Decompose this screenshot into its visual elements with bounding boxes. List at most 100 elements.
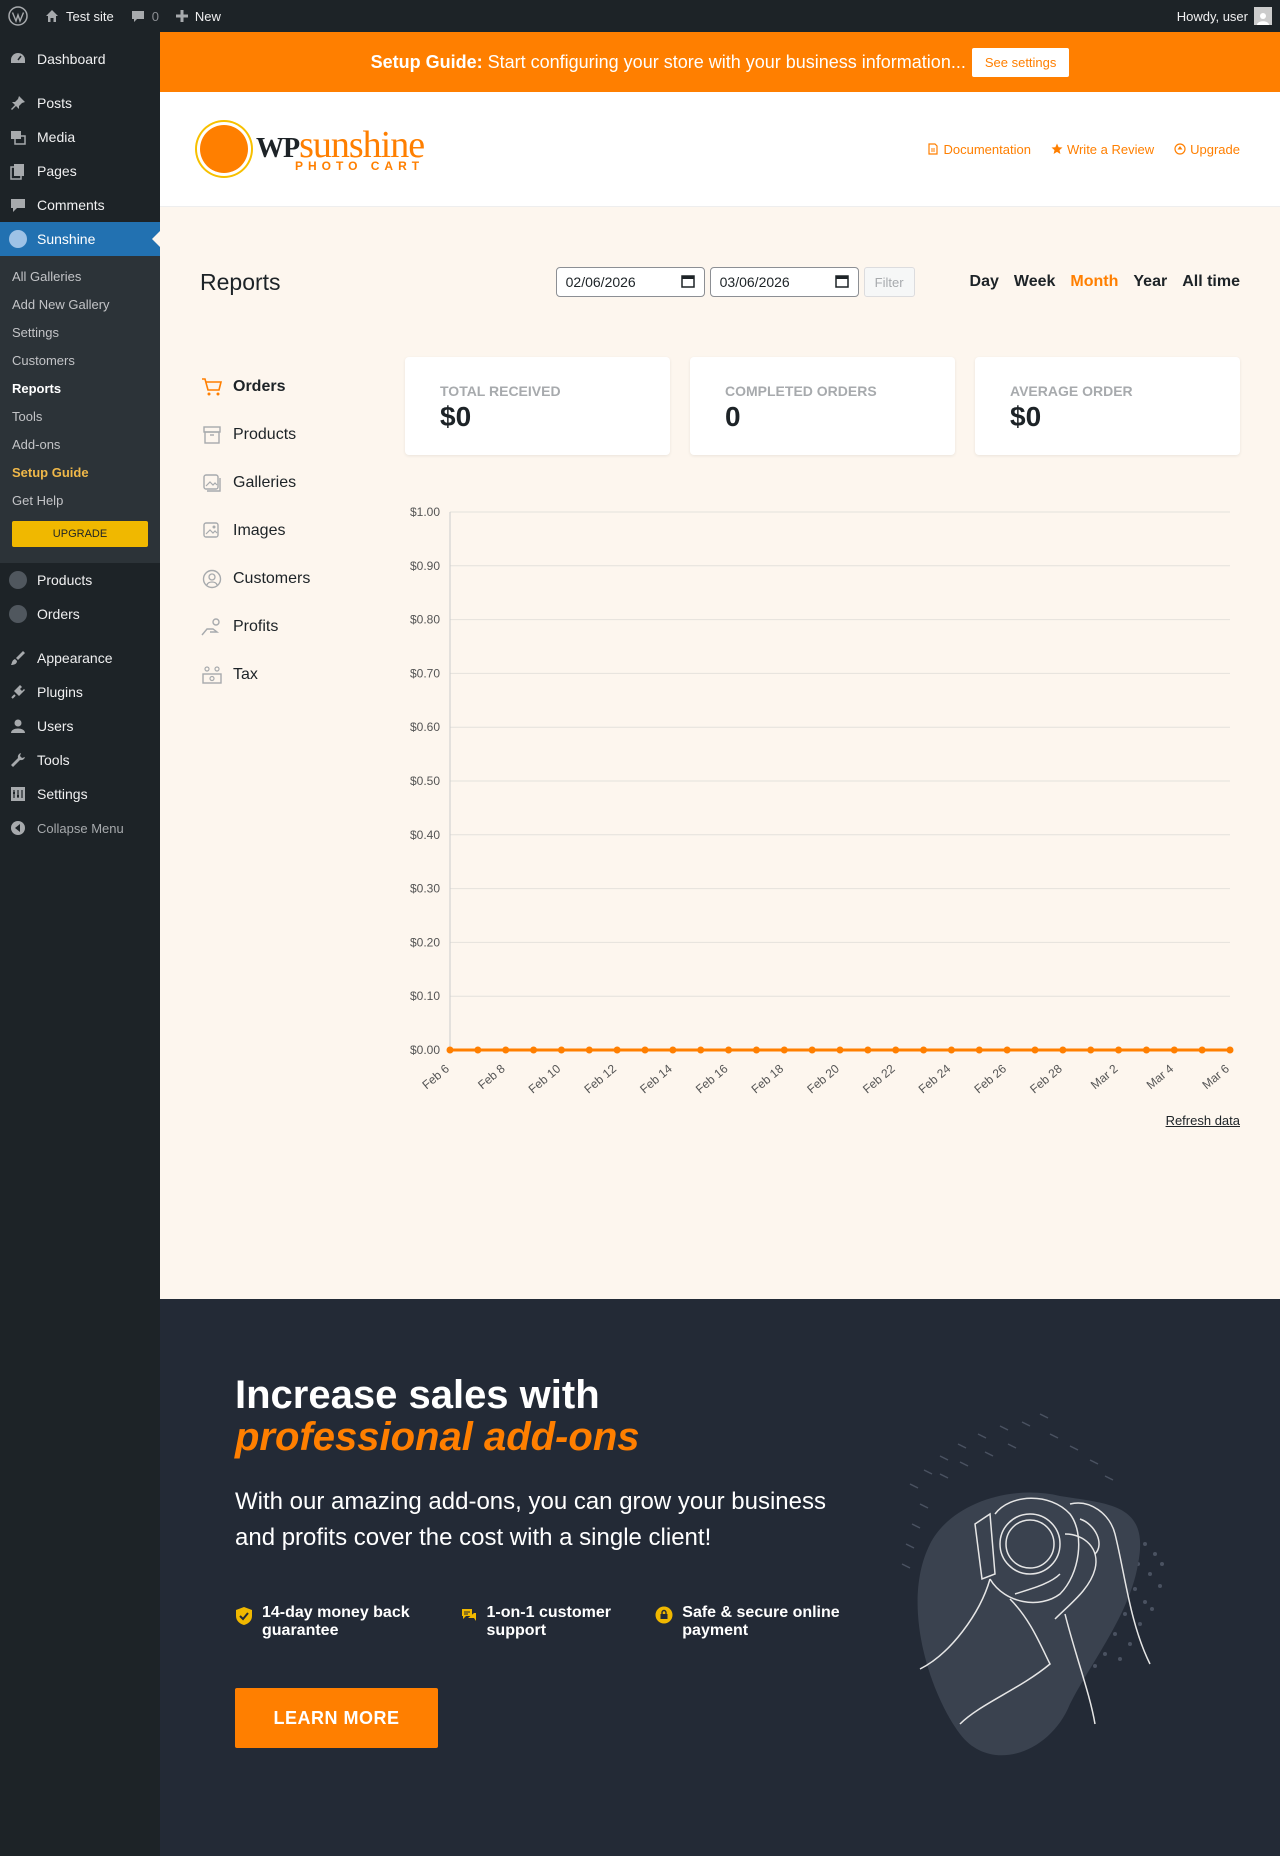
paintbrush-icon xyxy=(9,649,27,667)
write-review-link[interactable]: Write a Review xyxy=(1051,142,1154,157)
y-tick-label: $0.10 xyxy=(410,989,440,1003)
chat-icon xyxy=(460,1606,478,1624)
see-settings-button[interactable]: See settings xyxy=(971,47,1070,77)
menu-posts[interactable]: Posts xyxy=(0,86,160,120)
x-tick-label: Mar 2 xyxy=(1088,1061,1121,1092)
menu-users[interactable]: Users xyxy=(0,709,160,743)
learn-more-button[interactable]: LEARN MORE xyxy=(235,1688,438,1748)
feature-support: 1-on-1 customer support xyxy=(460,1604,628,1640)
y-tick-label: $0.30 xyxy=(410,882,440,896)
report-nav-galleries[interactable]: Galleries xyxy=(200,459,405,507)
data-point xyxy=(557,1046,565,1054)
y-tick-label: $0.50 xyxy=(410,774,440,788)
x-tick-label: Feb 18 xyxy=(749,1061,787,1096)
sunshine-logo[interactable]: WPsunshine PHOTO CART xyxy=(200,124,425,173)
refresh-data-link[interactable]: Refresh data xyxy=(1166,1113,1240,1128)
stat-cards: TOTAL RECEIVED $0 COMPLETED ORDERS 0 AVE… xyxy=(405,357,1240,455)
dashboard-icon xyxy=(9,50,27,68)
new-label: New xyxy=(194,8,221,24)
new-content-link[interactable]: New xyxy=(167,0,229,32)
data-point xyxy=(585,1046,593,1054)
submenu-customers[interactable]: Customers xyxy=(0,347,160,375)
comments-count: 0 xyxy=(151,8,159,24)
data-point xyxy=(446,1046,454,1054)
range-all-time[interactable]: All time xyxy=(1182,273,1240,291)
photographer-illustration xyxy=(901,1413,1164,1756)
reports-body: Orders Products Galleries Images Custome… xyxy=(200,357,1240,1128)
menu-products[interactable]: Products xyxy=(0,563,160,597)
data-point xyxy=(752,1046,760,1054)
submenu-get-help[interactable]: Get Help xyxy=(0,487,160,515)
feature-secure-payment: Safe & secure online payment xyxy=(655,1604,847,1640)
report-nav-products[interactable]: Products xyxy=(200,411,405,459)
submenu-add-ons[interactable]: Add-ons xyxy=(0,431,160,459)
report-nav-orders[interactable]: Orders xyxy=(200,363,405,411)
range-year[interactable]: Year xyxy=(1133,273,1167,291)
x-tick-label: Feb 8 xyxy=(475,1061,508,1092)
menu-sunshine[interactable]: Sunshine xyxy=(0,222,160,256)
report-nav-profits[interactable]: Profits xyxy=(200,603,405,651)
lock-icon xyxy=(655,1606,673,1624)
data-point xyxy=(1170,1046,1178,1054)
menu-tools[interactable]: Tools xyxy=(0,743,160,777)
x-tick-label: Feb 26 xyxy=(971,1061,1009,1096)
box-icon xyxy=(200,425,224,445)
date-from-input[interactable]: 02/06/2026 xyxy=(555,267,705,297)
range-week[interactable]: Week xyxy=(1014,273,1056,291)
report-nav-customers[interactable]: Customers xyxy=(200,555,405,603)
promo-paragraph: With our amazing add-ons, you can grow y… xyxy=(235,1488,826,1551)
menu-comments[interactable]: Comments xyxy=(0,188,160,222)
menu-dashboard[interactable]: Dashboard xyxy=(0,42,160,76)
calendar-icon[interactable] xyxy=(680,274,695,291)
data-point xyxy=(725,1046,733,1054)
sidebar-upgrade-button[interactable]: UPGRADE xyxy=(12,521,148,547)
wordpress-logo-icon[interactable] xyxy=(0,0,36,32)
report-nav-images[interactable]: Images xyxy=(200,507,405,555)
y-tick-label: $0.40 xyxy=(410,828,440,842)
calendar-icon[interactable] xyxy=(834,274,849,291)
star-icon xyxy=(1051,143,1063,155)
x-tick-label: Feb 12 xyxy=(581,1061,619,1096)
stat-card-average-order: AVERAGE ORDER $0 xyxy=(975,357,1240,455)
submenu-setup-guide[interactable]: Setup Guide xyxy=(0,459,160,487)
comment-icon xyxy=(9,196,27,214)
range-day[interactable]: Day xyxy=(970,273,999,291)
collapse-menu-button[interactable]: Collapse Menu xyxy=(0,811,160,845)
promo-title-highlight: professional add-ons xyxy=(235,1415,640,1459)
date-to-input[interactable]: 03/06/2026 xyxy=(709,267,859,297)
data-point xyxy=(1198,1046,1206,1054)
page-title: Reports xyxy=(200,268,281,295)
site-name: Test site xyxy=(66,8,114,24)
gallery-icon xyxy=(200,473,224,493)
report-nav-tax[interactable]: Tax xyxy=(200,651,405,699)
menu-settings[interactable]: Settings xyxy=(0,777,160,811)
sun-logo-icon xyxy=(200,125,248,173)
x-tick-label: Feb 16 xyxy=(693,1061,731,1096)
documentation-link[interactable]: Documentation xyxy=(927,142,1031,157)
submenu-settings[interactable]: Settings xyxy=(0,319,160,347)
x-tick-label: Mar 6 xyxy=(1199,1061,1232,1092)
filter-button[interactable]: Filter xyxy=(863,267,915,297)
submenu-reports[interactable]: Reports xyxy=(0,375,160,403)
submenu-tools[interactable]: Tools xyxy=(0,403,160,431)
data-point xyxy=(474,1046,482,1054)
reports-toolbar: Reports 02/06/2026 03/06/2026 Filter Day… xyxy=(200,207,1240,357)
data-point xyxy=(502,1046,510,1054)
my-account[interactable]: Howdy, user xyxy=(1177,7,1280,25)
user-icon xyxy=(9,717,27,735)
media-icon xyxy=(9,128,27,146)
report-main: TOTAL RECEIVED $0 COMPLETED ORDERS 0 AVE… xyxy=(405,357,1240,1128)
comments-link[interactable]: 0 xyxy=(122,0,167,32)
submenu-all-galleries[interactable]: All Galleries xyxy=(0,263,160,291)
upgrade-link[interactable]: Upgrade xyxy=(1174,142,1240,157)
range-month[interactable]: Month xyxy=(1070,273,1118,291)
logo-text: WPsunshine PHOTO CART xyxy=(256,124,425,173)
setup-guide-banner: Setup Guide: Start configuring your stor… xyxy=(160,32,1280,92)
menu-appearance[interactable]: Appearance xyxy=(0,641,160,675)
site-name-link[interactable]: Test site xyxy=(36,0,122,32)
submenu-add-new-gallery[interactable]: Add New Gallery xyxy=(0,291,160,319)
menu-orders[interactable]: Orders xyxy=(0,597,160,631)
menu-pages[interactable]: Pages xyxy=(0,154,160,188)
menu-plugins[interactable]: Plugins xyxy=(0,675,160,709)
menu-media[interactable]: Media xyxy=(0,120,160,154)
